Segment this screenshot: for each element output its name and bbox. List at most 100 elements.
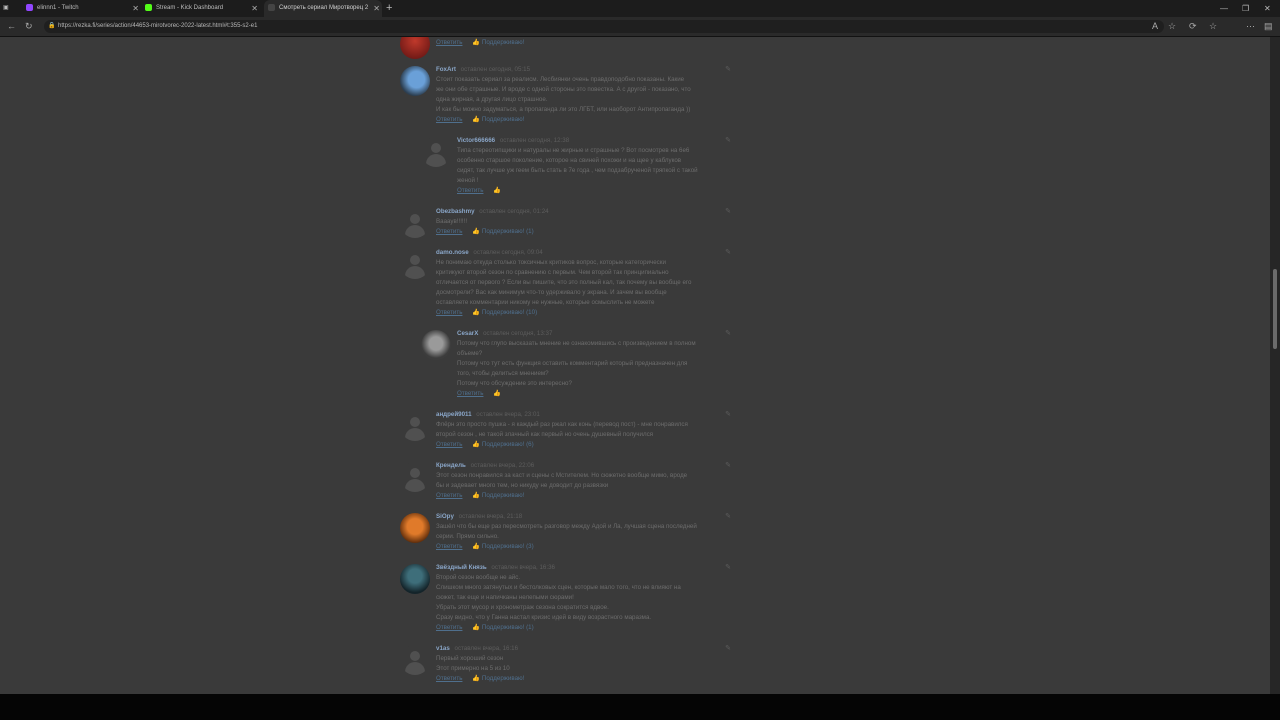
quote-icon[interactable]: ✎ xyxy=(725,65,731,75)
favorites-icon[interactable]: ☆ xyxy=(1209,17,1217,36)
page-scrollbar[interactable] xyxy=(1270,37,1280,694)
comment-text: Этот сезон понравился за каст и сцены с … xyxy=(436,471,734,491)
like-button[interactable]: 👍 xyxy=(493,390,503,397)
comment-author[interactable]: Звёздный Князь xyxy=(436,564,487,571)
quote-icon[interactable]: ✎ xyxy=(725,329,731,339)
like-button[interactable]: 👍 Поддерживаю! (3) xyxy=(472,543,534,550)
user-avatar[interactable] xyxy=(400,411,430,441)
close-tab-icon[interactable]: ✕ xyxy=(251,0,258,17)
comment-date: оставлен сегодня, 01:24 xyxy=(479,208,549,215)
comment-text-line: Этот примерно на 5 из 10 xyxy=(436,665,510,672)
like-label: Поддерживаю! xyxy=(481,441,525,448)
favorite-star-icon[interactable]: ☆ xyxy=(1168,17,1176,36)
comment-text-line: Первый хороший сезон xyxy=(436,655,504,662)
reply-link[interactable]: Ответить xyxy=(436,39,462,46)
tab-twitch[interactable]: elinnn1 - Twitch ✕ xyxy=(26,0,141,17)
comment-date: оставлен сегодня, 12:38 xyxy=(499,137,570,144)
quote-icon[interactable]: ✎ xyxy=(725,207,731,217)
like-count: (3) xyxy=(526,543,534,550)
reply-link[interactable]: Ответить xyxy=(457,187,483,194)
reply-link[interactable]: Ответить xyxy=(436,441,462,448)
user-avatar[interactable] xyxy=(400,513,430,543)
comment-date: оставлен вчера, 16:36 xyxy=(491,564,555,571)
quote-icon[interactable]: ✎ xyxy=(725,461,731,471)
page-viewport: ✎ Сериал не плохой и так понял что будет… xyxy=(0,37,1270,694)
like-button[interactable]: 👍 Поддерживаю! (1) xyxy=(472,228,534,235)
like-button[interactable]: 👍 Поддерживаю! xyxy=(472,39,524,46)
quote-icon[interactable]: ✎ xyxy=(725,136,731,146)
scrollbar-thumb[interactable] xyxy=(1273,269,1277,349)
comment-text-line: сюжет, так еще и напичканы нелепыми сюра… xyxy=(436,594,574,601)
quote-icon[interactable]: ✎ xyxy=(725,644,731,654)
thumbs-up-icon: 👍 xyxy=(472,441,480,448)
browser-toolbar: ← ↻ 🔒 https://rezka.fi/series/action/446… xyxy=(0,17,1280,49)
like-button[interactable]: 👍 Поддерживаю! (6) xyxy=(472,441,534,448)
like-label: Поддерживаю! xyxy=(481,624,525,631)
thumbs-up-icon: 👍 xyxy=(472,675,480,682)
quote-icon[interactable]: ✎ xyxy=(725,410,731,420)
user-avatar[interactable] xyxy=(400,249,430,279)
comment-author[interactable]: CesarX xyxy=(457,330,478,337)
user-avatar[interactable] xyxy=(400,645,430,675)
quote-icon[interactable]: ✎ xyxy=(725,512,731,522)
maximize-icon[interactable]: ❐ xyxy=(1242,0,1249,17)
close-tab-icon[interactable]: ✕ xyxy=(373,0,380,17)
tab-rezka[interactable]: Смотреть сериал Миротворец 2 ✕ xyxy=(264,0,382,17)
comment-text-line: второй сезон , не такой злачный как перв… xyxy=(436,431,654,438)
reply-link[interactable]: Ответить xyxy=(436,624,462,631)
user-avatar[interactable] xyxy=(400,208,430,238)
tab-actions-icon[interactable]: ▣ xyxy=(3,0,15,17)
like-button[interactable]: 👍 Поддерживаю! xyxy=(472,492,524,499)
address-bar[interactable]: 🔒 https://rezka.fi/series/action/44653-m… xyxy=(44,20,1164,33)
sidebar-icon[interactable]: ▤ xyxy=(1264,17,1273,36)
comment-author[interactable]: Obezbashmy xyxy=(436,208,475,215)
tab-label: Stream - Kick Dashboard xyxy=(156,5,224,11)
reply-link[interactable]: Ответить xyxy=(457,390,483,397)
minimize-icon[interactable]: — xyxy=(1220,0,1228,17)
comment-author[interactable]: андрей9011 xyxy=(436,411,472,418)
like-label: Поддерживаю! xyxy=(481,116,525,123)
tab-kick[interactable]: Stream - Kick Dashboard ✕ xyxy=(145,0,260,17)
comment-date: оставлен вчера, 23:01 xyxy=(476,411,540,418)
comment-author[interactable]: FoxArt xyxy=(436,66,456,73)
user-avatar[interactable] xyxy=(421,330,451,360)
comment-author[interactable]: Крендель xyxy=(436,462,466,469)
comment-author[interactable]: damo.nose xyxy=(436,249,469,256)
reply-link[interactable]: Ответить xyxy=(436,116,462,123)
comment-author[interactable]: v1as xyxy=(436,645,450,652)
comment-text-line: Зашёл что бы еще раз пересмотреть разгов… xyxy=(436,523,697,530)
extensions-icon[interactable]: ⟳ xyxy=(1189,17,1197,36)
reply-link[interactable]: Ответить xyxy=(436,228,462,235)
like-button[interactable]: 👍 Поддерживаю! xyxy=(472,116,524,123)
like-button[interactable]: 👍 xyxy=(493,187,503,194)
back-arrow-icon[interactable]: ← xyxy=(7,17,16,36)
reply-link[interactable]: Ответить xyxy=(436,543,462,550)
like-label: Поддерживаю! xyxy=(481,492,525,499)
reload-icon[interactable]: ↻ xyxy=(25,17,33,36)
like-button[interactable]: 👍 Поддерживаю! (10) xyxy=(472,309,537,316)
quote-icon[interactable]: ✎ xyxy=(725,248,731,258)
new-tab-button[interactable]: + xyxy=(386,0,392,17)
user-avatar[interactable] xyxy=(400,564,430,594)
like-button[interactable]: 👍 Поддерживаю! xyxy=(472,675,524,682)
user-avatar[interactable] xyxy=(400,37,430,59)
reply-link[interactable]: Ответить xyxy=(436,309,462,316)
comment-author[interactable]: Victor666666 xyxy=(457,137,495,144)
reply-link[interactable]: Ответить xyxy=(436,492,462,499)
close-tab-icon[interactable]: ✕ xyxy=(132,0,139,17)
comment-text: Потому что глупо высказать мнение не озн… xyxy=(457,339,734,389)
tab-label: Смотреть сериал Миротворец 2 xyxy=(279,5,369,11)
reply-link[interactable]: Ответить xyxy=(436,675,462,682)
like-button[interactable]: 👍 Поддерживаю! (1) xyxy=(472,624,534,631)
tab-label: elinnn1 - Twitch xyxy=(37,5,79,11)
comment-text-line: Потому что глупо высказать мнение не озн… xyxy=(457,340,696,347)
quote-icon[interactable]: ✎ xyxy=(725,563,731,573)
user-avatar[interactable] xyxy=(400,462,430,492)
user-avatar[interactable] xyxy=(421,137,451,167)
close-window-icon[interactable]: ✕ xyxy=(1264,0,1271,17)
more-menu-icon[interactable]: ⋯ xyxy=(1246,17,1255,36)
comment-text-line: сидят, так лучше уж геем быть стать в 7е… xyxy=(457,167,698,174)
read-aloud-icon[interactable]: A xyxy=(1152,17,1158,36)
comment-author[interactable]: SiOpy xyxy=(436,513,454,520)
user-avatar[interactable] xyxy=(400,66,430,96)
